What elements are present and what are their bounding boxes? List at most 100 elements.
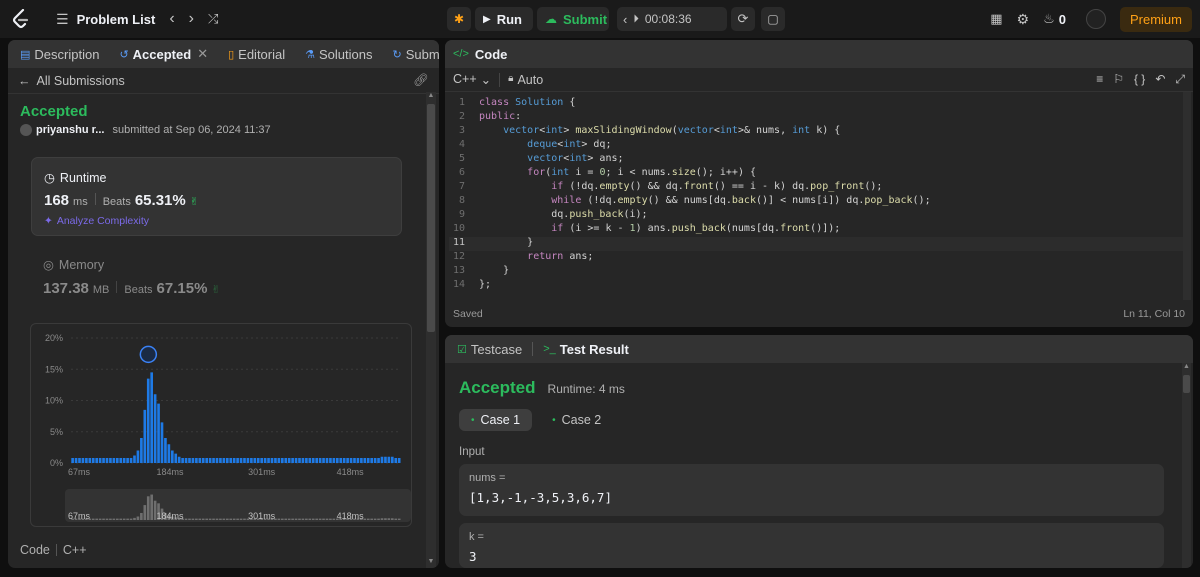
bookmark-icon[interactable]: ⚐ <box>1113 72 1124 87</box>
chart-bar[interactable] <box>298 458 301 463</box>
chart-bar[interactable] <box>174 453 178 463</box>
prev-problem-icon[interactable]: ‹ <box>169 10 174 28</box>
format-icon[interactable]: ≡ <box>1096 72 1103 87</box>
chart-bar[interactable] <box>177 456 181 463</box>
chart-bar[interactable] <box>243 458 246 463</box>
notes-button[interactable]: ▢ <box>761 7 785 31</box>
code-line[interactable]: 9 dq.push_back(i); <box>449 209 1185 223</box>
code-panel-scrollbar[interactable] <box>1183 92 1191 300</box>
tab-submissions[interactable]: ↻ Submissions <box>388 47 439 62</box>
analyze-complexity-link[interactable]: ✦ Analyze Complexity <box>44 215 149 227</box>
timer-play-icon[interactable]: ⏵ <box>633 13 639 26</box>
reset-timer-button[interactable]: ⟳ <box>731 7 755 31</box>
chart-bar[interactable] <box>236 458 239 463</box>
code-line[interactable]: 8 while (!dq.empty() && nums[dq.back()] … <box>449 195 1185 209</box>
left-panel-scrollbar[interactable]: ▲ ▼ <box>426 92 436 568</box>
chart-bar[interactable] <box>390 456 394 463</box>
chart-bar[interactable] <box>287 458 291 463</box>
timer-widget[interactable]: ‹ ⏵ 00:08:36 <box>617 7 727 31</box>
chart-bar[interactable] <box>232 458 236 463</box>
chart-bar[interactable] <box>201 458 205 463</box>
chart-bar[interactable] <box>305 458 308 463</box>
chart-bar[interactable] <box>71 458 74 463</box>
chart-bar[interactable] <box>274 458 277 463</box>
input-k-box[interactable]: k = 3 <box>459 523 1164 568</box>
braces-icon[interactable]: { } <box>1134 72 1145 87</box>
tab-accepted[interactable]: ↺ Accepted ✕ <box>115 46 212 62</box>
user-avatar[interactable] <box>20 124 32 136</box>
chart-bar[interactable] <box>332 458 336 463</box>
timer-collapse-icon[interactable]: ‹ <box>623 12 627 27</box>
chart-bar[interactable] <box>360 458 363 463</box>
test-panel-scrollbar[interactable]: ▲ <box>1182 363 1191 568</box>
scroll-up-icon[interactable]: ▲ <box>1182 363 1191 373</box>
chart-bar[interactable] <box>153 394 157 463</box>
next-problem-icon[interactable]: › <box>189 10 194 28</box>
layout-grid-icon[interactable]: ▦ <box>990 11 1002 27</box>
code-line[interactable]: 10 if (i >= k - 1) ans.push_back(nums[dq… <box>449 223 1185 237</box>
run-button[interactable]: ▶ Run <box>475 7 533 31</box>
chart-bar[interactable] <box>140 438 143 463</box>
chart-bar[interactable] <box>119 458 123 463</box>
code-line[interactable]: 1 class Solution { <box>449 97 1185 111</box>
chart-bar[interactable] <box>377 458 380 463</box>
chart-bar[interactable] <box>102 458 105 463</box>
chart-bar[interactable] <box>191 458 195 463</box>
scroll-up-icon[interactable]: ▲ <box>426 92 436 102</box>
code-line[interactable]: 2 public: <box>449 111 1185 125</box>
chart-bar[interactable] <box>167 444 171 463</box>
chart-bar[interactable] <box>85 458 88 463</box>
chart-bar[interactable] <box>346 458 349 463</box>
runtime-card[interactable]: ◷ Runtime 168 ms Beats 65.31% ✌ ✦ Analyz… <box>31 157 402 236</box>
chart-bar[interactable] <box>311 458 315 463</box>
chart-bar[interactable] <box>170 450 174 464</box>
chart-bar[interactable] <box>143 409 147 463</box>
chart-bar[interactable] <box>198 458 202 463</box>
chart-bar[interactable] <box>280 458 284 463</box>
chart-bar[interactable] <box>270 458 274 463</box>
streak-counter[interactable]: ♨ 0 <box>1043 11 1066 27</box>
chart-bar[interactable] <box>74 458 78 463</box>
chart-bar[interactable] <box>373 458 377 463</box>
shuffle-icon[interactable]: ⤮ <box>208 11 218 27</box>
chart-bar[interactable] <box>256 458 260 463</box>
memory-card[interactable]: ◎ Memory 137.38 MB Beats 67.15% ✌ <box>31 248 402 308</box>
chart-bar[interactable] <box>95 458 98 463</box>
code-line[interactable]: 6 for(int i = 0; i < nums.size(); i++) { <box>449 167 1185 181</box>
chart-bar[interactable] <box>88 458 92 463</box>
case-1-tab[interactable]: • Case 1 <box>459 409 533 431</box>
all-submissions-link[interactable]: ← All Submissions <box>18 74 125 88</box>
chart-bar[interactable] <box>208 458 212 463</box>
scroll-thumb[interactable] <box>1183 375 1190 393</box>
chart-bar[interactable] <box>164 438 167 463</box>
chart-bar[interactable] <box>380 456 384 463</box>
chart-bar[interactable] <box>212 458 215 463</box>
tab-description[interactable]: ▤ Description <box>16 47 103 62</box>
chart-bar[interactable] <box>277 458 281 463</box>
chart-bar[interactable] <box>397 458 401 463</box>
chart-bar[interactable] <box>181 458 184 463</box>
chart-bar[interactable] <box>301 458 305 463</box>
chart-bar[interactable] <box>353 458 356 463</box>
chart-bar[interactable] <box>195 458 198 463</box>
input-nums-box[interactable]: nums = [1,3,-1,-3,5,3,6,7] <box>459 464 1164 516</box>
chart-bar[interactable] <box>394 458 398 463</box>
link-icon[interactable]: 🔗︎ <box>413 73 429 88</box>
tab-test-result[interactable]: >_ Test Result <box>539 342 633 357</box>
undo-icon[interactable]: ↶ <box>1155 72 1165 87</box>
chart-bar[interactable] <box>349 458 353 463</box>
code-line[interactable]: 5 vector<int> ans; <box>449 153 1185 167</box>
chart-bar[interactable] <box>267 458 270 463</box>
chart-bar[interactable] <box>246 458 250 463</box>
chart-bar[interactable] <box>322 458 325 463</box>
settings-gear-icon[interactable]: ⚙ <box>1017 11 1030 28</box>
code-line[interactable]: 13 } <box>449 265 1185 279</box>
chart-bar[interactable] <box>126 458 129 463</box>
chart-bar[interactable] <box>122 458 126 463</box>
chart-bar[interactable] <box>157 403 160 463</box>
chart-bar[interactable] <box>109 458 112 463</box>
chart-bar[interactable] <box>229 458 233 463</box>
chart-bar[interactable] <box>318 458 322 463</box>
expand-icon[interactable]: ⤢ <box>1175 72 1185 87</box>
code-line[interactable]: 3 vector<int> maxSlidingWindow(vector<in… <box>449 125 1185 139</box>
